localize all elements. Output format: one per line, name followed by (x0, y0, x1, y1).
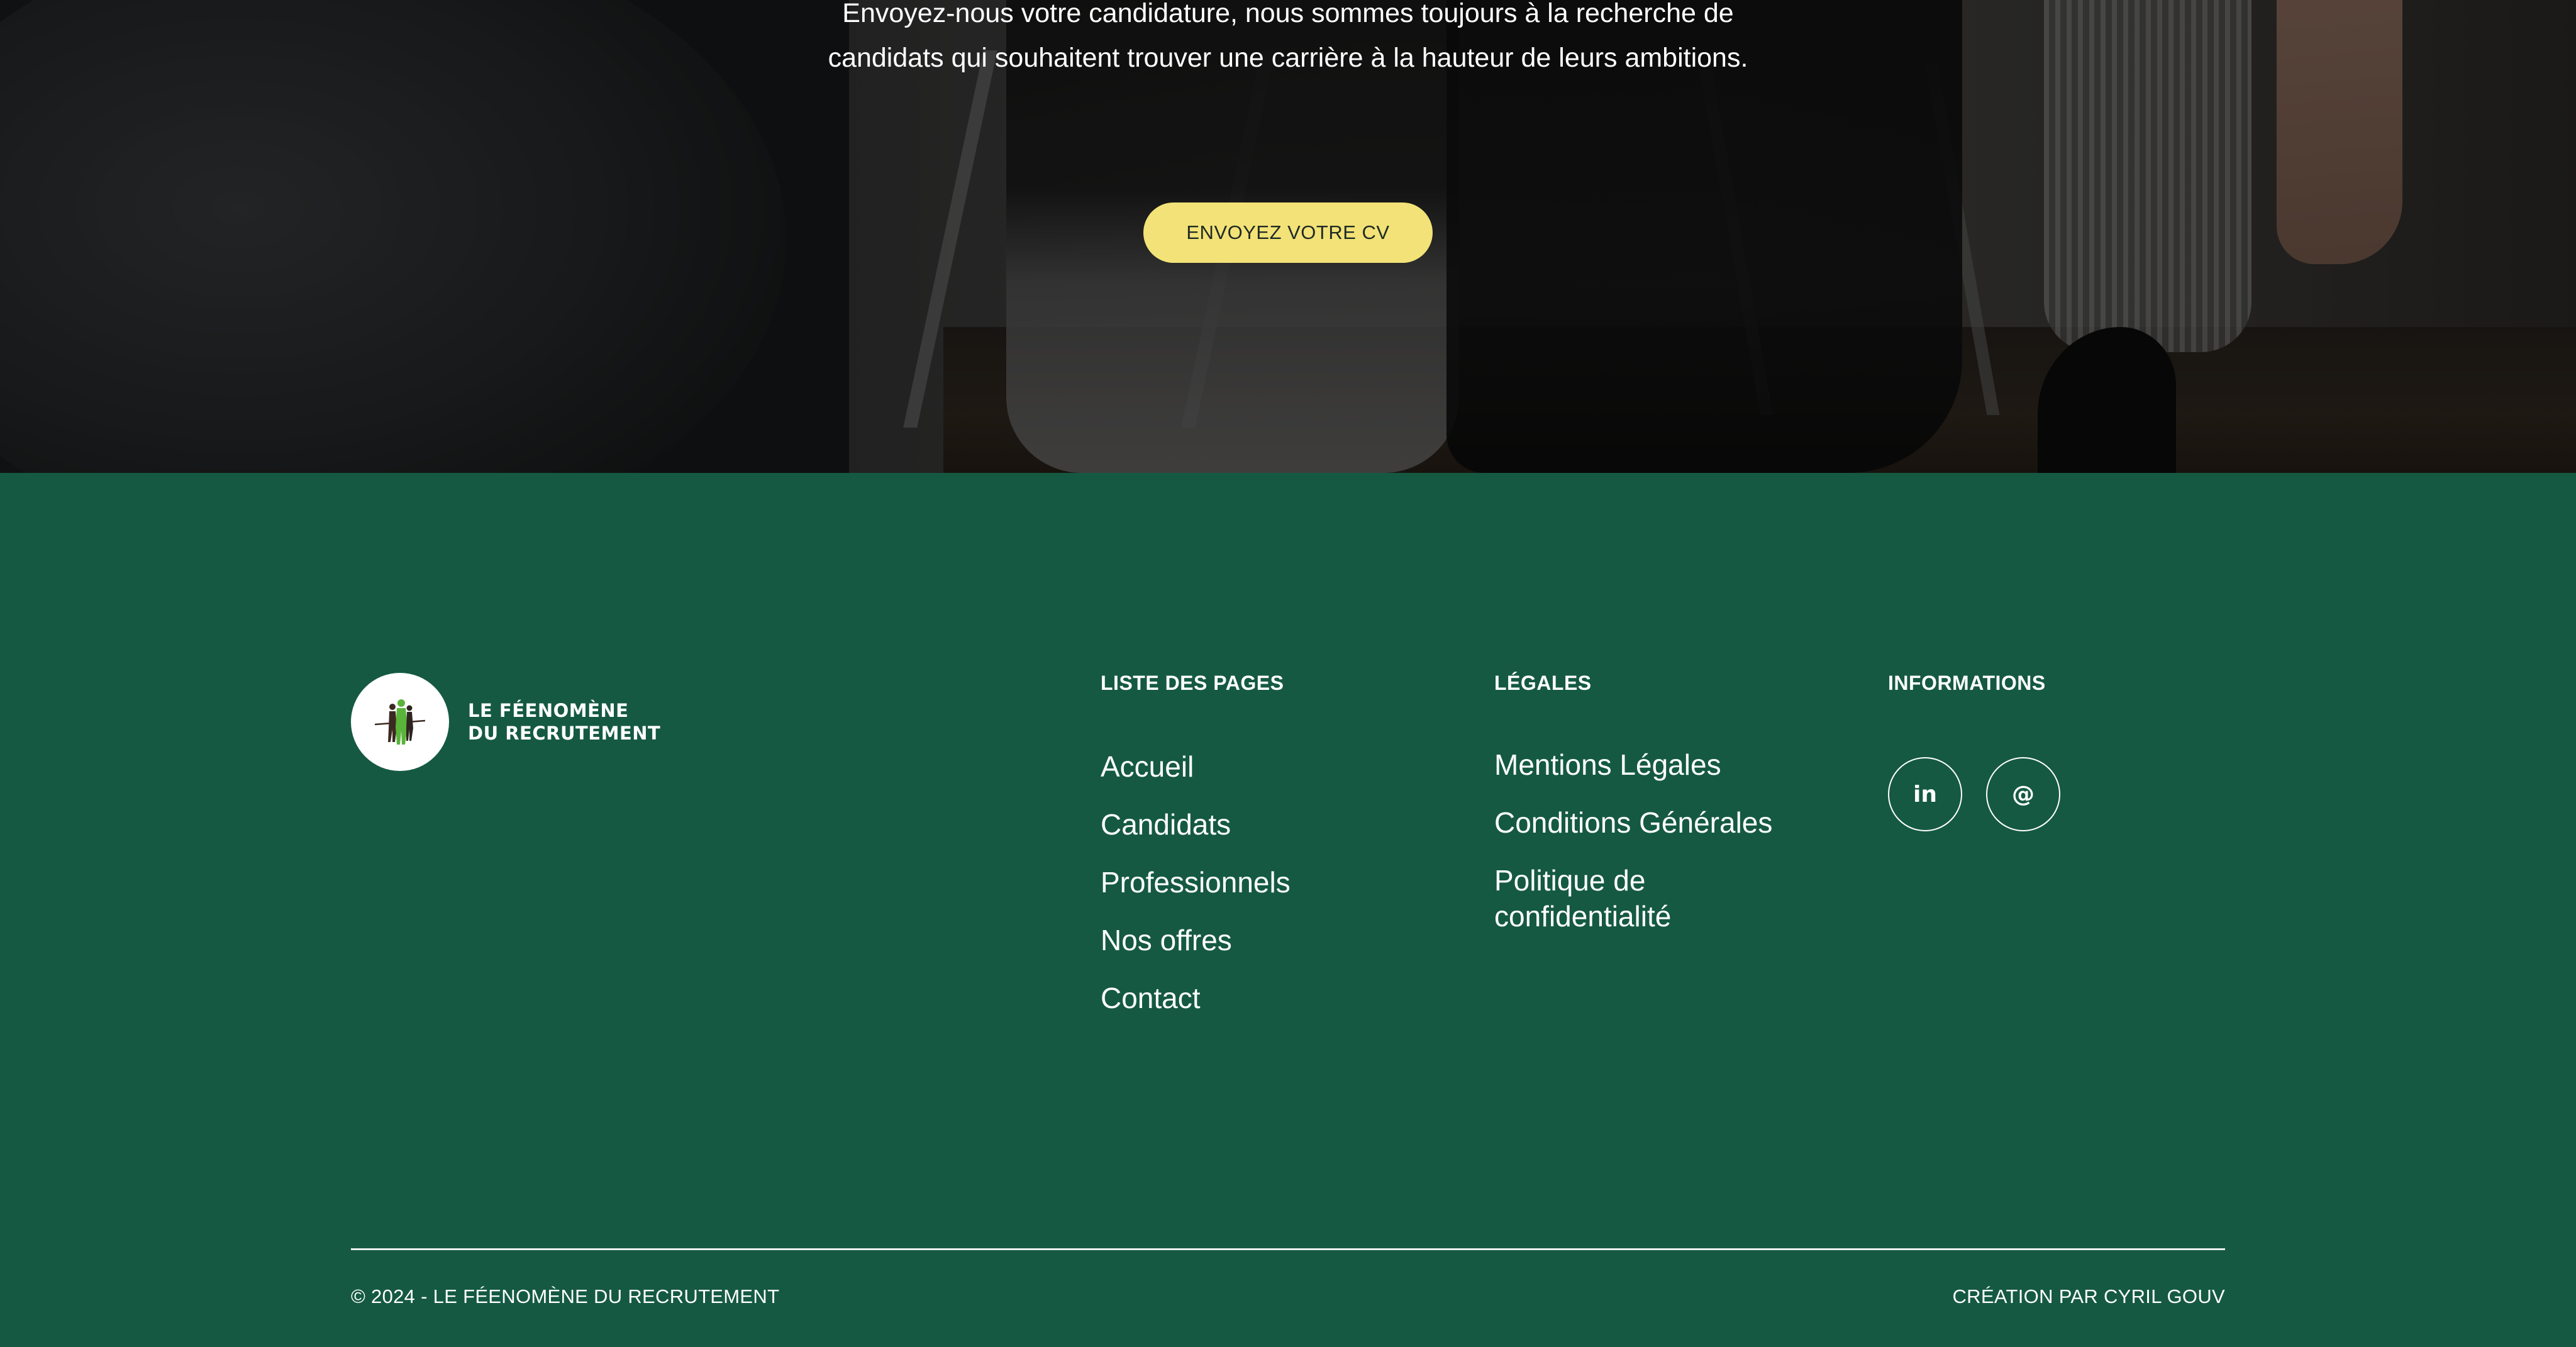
logo-line-1: LE FÉENOMÈNE (468, 700, 629, 721)
hero-section: Envoyez-nous votre candidature, nous som… (0, 0, 2576, 473)
pages-link-list: Accueil Candidats Professionnels Nos off… (1101, 752, 1291, 1041)
logo-line-2: DU RECRUTEMENT (468, 723, 661, 744)
info-column-title: INFORMATIONS (1888, 672, 2046, 694)
logo-wordmark: LE FÉENOMÈNE DU RECRUTEMENT (468, 699, 660, 745)
pages-column-title: LISTE DES PAGES (1101, 672, 1284, 694)
linkedin-icon: in (1913, 781, 1937, 807)
footer-link-nos-offres[interactable]: Nos offres (1101, 926, 1291, 955)
linkedin-button[interactable]: in (1888, 757, 1962, 831)
footer: LE FÉENOMÈNE DU RECRUTEMENT LISTE DES PA… (0, 473, 2576, 1347)
footer-link-mentions-legales[interactable]: Mentions Légales (1494, 747, 1821, 783)
email-button[interactable]: @ (1986, 757, 2060, 831)
footer-link-candidats[interactable]: Candidats (1101, 810, 1291, 839)
logo-emblem (351, 673, 449, 771)
footer-logo[interactable]: LE FÉENOMÈNE DU RECRUTEMENT (351, 673, 660, 771)
footer-link-professionnels[interactable]: Professionnels (1101, 868, 1291, 897)
send-cv-button[interactable]: ENVOYEZ VOTRE CV (1143, 202, 1433, 263)
creator-credit-link[interactable]: CRÉATION PAR CYRIL GOUV (1953, 1285, 2226, 1308)
people-logo-icon (374, 699, 426, 745)
footer-link-conditions-generales[interactable]: Conditions Générales (1494, 805, 1821, 841)
copyright-text: © 2024 - LE FÉENOMÈNE DU RECRUTEMENT (351, 1285, 780, 1307)
email-icon: @ (2012, 781, 2035, 807)
legal-link-list: Mentions Légales Conditions Générales Po… (1494, 747, 1821, 956)
hero-description: Envoyez-nous votre candidature, nous som… (828, 0, 1748, 73)
footer-divider (351, 1248, 2225, 1250)
footer-link-politique-confidentialite[interactable]: Politique de confidentialité (1494, 863, 1821, 934)
footer-link-contact[interactable]: Contact (1101, 984, 1291, 1012)
footer-link-accueil[interactable]: Accueil (1101, 752, 1291, 781)
legal-column-title: LÉGALES (1494, 672, 1592, 694)
